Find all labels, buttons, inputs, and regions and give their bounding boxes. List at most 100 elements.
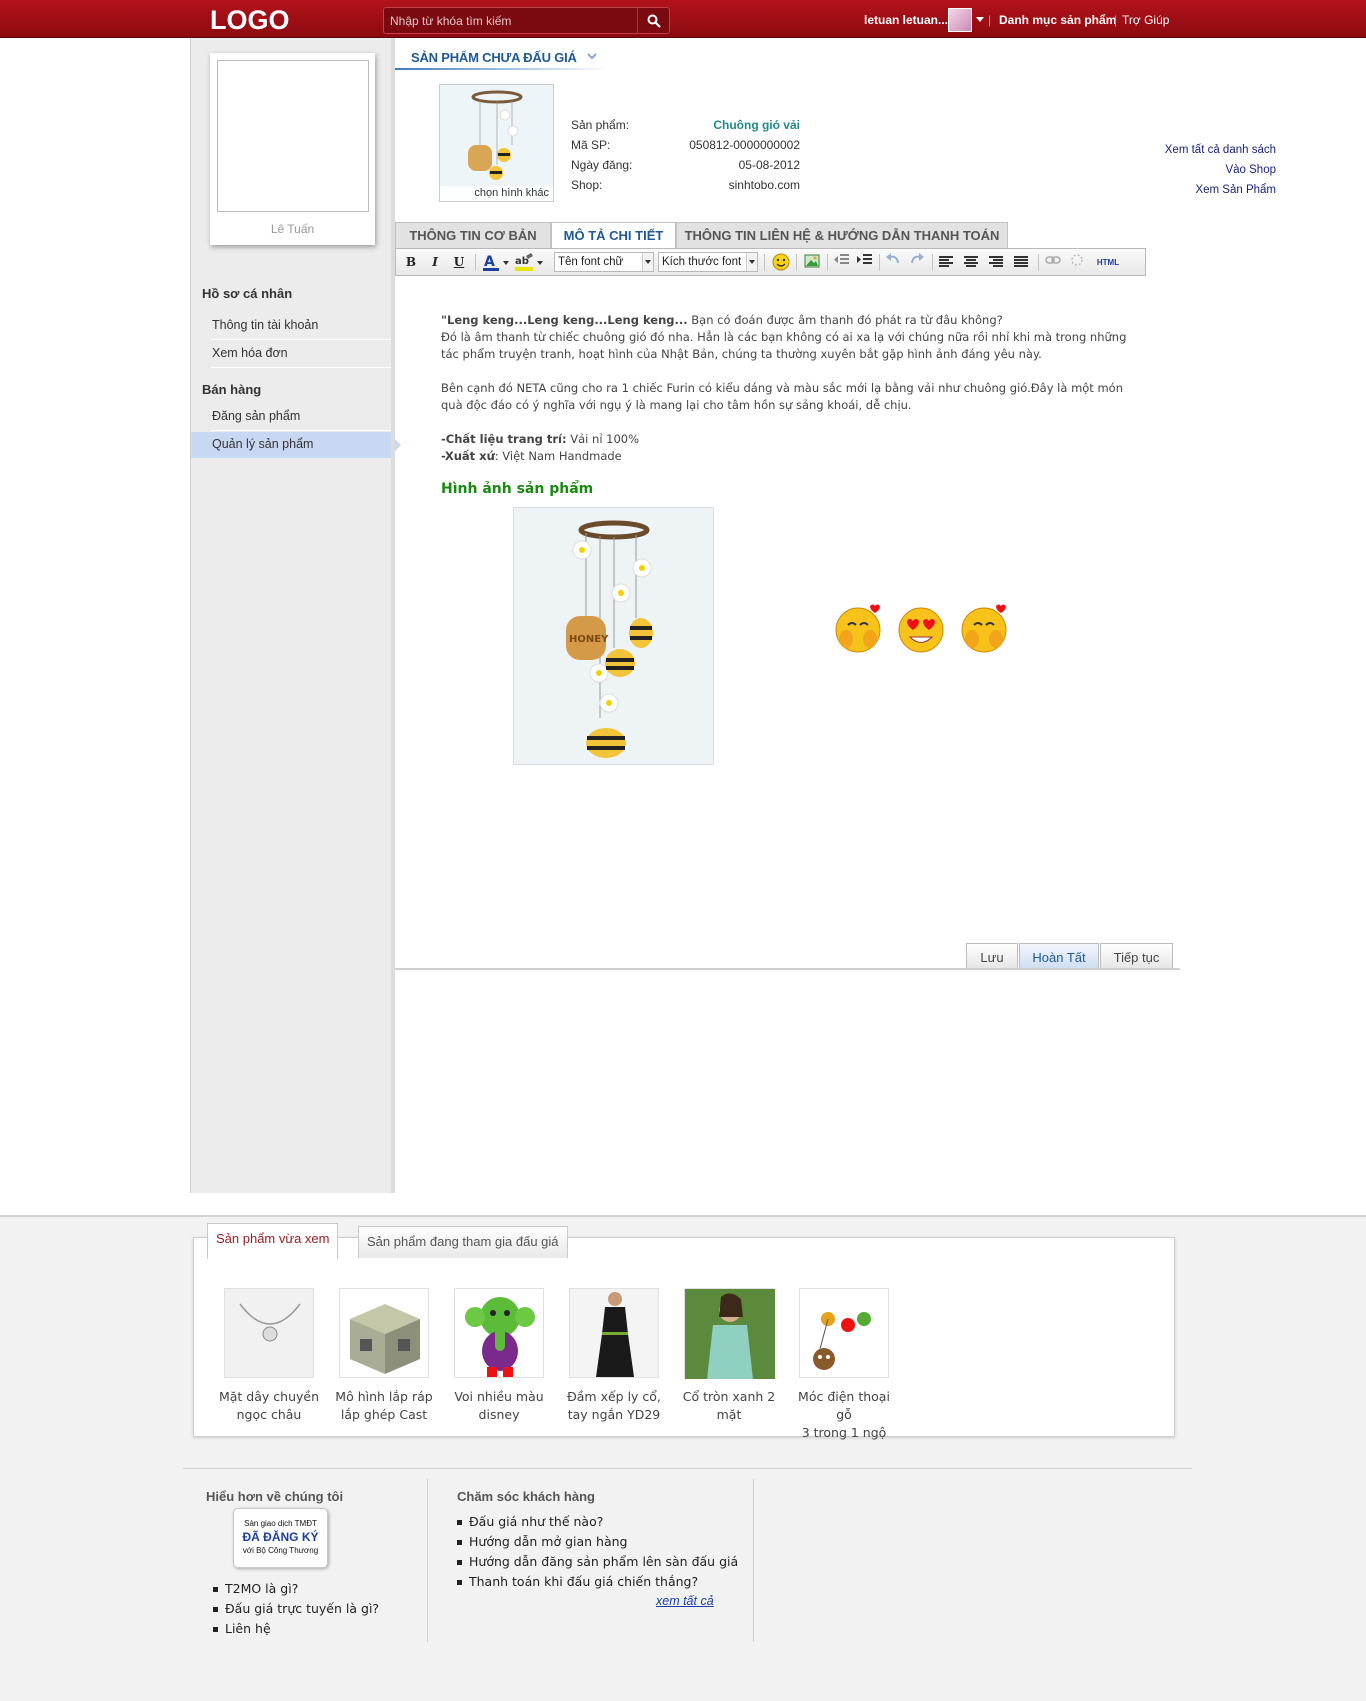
divider <box>827 254 828 271</box>
chevron-down-icon[interactable] <box>587 51 597 61</box>
divider <box>932 254 933 271</box>
images-title: Hình ảnh sản phẩm <box>441 481 594 497</box>
footer-link-online-auction[interactable]: Đấu giá trực tuyến là gì? <box>211 1599 379 1619</box>
product-thumbnail[interactable]: chọn hình khác <box>439 84 554 202</box>
footer-link-payment[interactable]: Thanh toán khi đấu giá chiến thắng? <box>455 1572 738 1592</box>
sidebar-item-account-info[interactable]: Thông tin tài khoản <box>211 313 392 340</box>
sidebar: Lê Tuấn Hồ sơ cá nhân Thông tin tài khoả… <box>190 38 401 1193</box>
editor-content[interactable]: "Leng keng...Leng keng...Leng keng... Bạ… <box>441 312 1146 465</box>
item-title-line1: Cổ tròn xanh 2 <box>682 1389 776 1404</box>
list-item[interactable]: Đầm xếp ly cổ, tay ngắn YD29 <box>559 1288 669 1424</box>
list-item[interactable]: Voi nhiều màu disney <box>444 1288 554 1424</box>
font-size-value: Kích thước font <box>662 256 742 268</box>
font-color-button[interactable]: A <box>482 253 510 272</box>
sidebar-item-post-product[interactable]: Đăng sản phẩm <box>211 404 392 431</box>
divider <box>395 68 610 70</box>
undo-button[interactable] <box>884 253 902 272</box>
material-line: -Chất liệu trang trí: Vải nỉ 100% <box>441 431 1146 448</box>
item-title-line1: Móc điện thoại gỗ <box>798 1389 890 1422</box>
profile-photo[interactable] <box>217 60 369 212</box>
chevron-down-icon[interactable] <box>976 17 984 22</box>
product-image[interactable] <box>684 1288 775 1379</box>
wind-chime-image: HONEY <box>566 520 653 758</box>
font-family-select[interactable]: Tên font chữ <box>554 252 654 272</box>
highlight-icon: ab <box>515 253 543 271</box>
product-image[interactable] <box>224 1288 314 1378</box>
product-image[interactable] <box>799 1288 889 1378</box>
product-image[interactable]: HONEY <box>513 507 714 765</box>
emoticon-button[interactable] <box>771 253 791 272</box>
sidebar-item-invoices[interactable]: Xem hóa đơn <box>211 341 392 368</box>
indent-button[interactable] <box>856 253 874 272</box>
tab-recently-viewed[interactable]: Sản phẩm vừa xem <box>207 1223 339 1259</box>
align-justify-icon[interactable] <box>1014 256 1028 268</box>
bold-button[interactable]: B <box>404 253 418 272</box>
product-image[interactable] <box>569 1288 659 1378</box>
outdent-button[interactable] <box>833 253 851 272</box>
align-left-icon[interactable] <box>939 256 953 268</box>
nav-categories-link[interactable]: Danh mục sản phẩm <box>999 13 1116 27</box>
see-all-link[interactable]: xem tất cả <box>656 1594 714 1608</box>
insert-image-button[interactable] <box>802 253 822 272</box>
view-all-list-link[interactable]: Xem tất cả danh sách <box>1165 144 1276 156</box>
go-to-shop-link[interactable]: Vào Shop <box>1225 164 1276 176</box>
divider <box>475 254 476 271</box>
footer-link-open-store[interactable]: Hướng dẫn mở gian hàng <box>455 1532 738 1552</box>
item-title-line1: Voi nhiều màu <box>454 1389 544 1404</box>
customer-care-links: Đấu giá như thế nào? Hướng dẫn mở gian h… <box>455 1512 738 1592</box>
divider <box>796 254 797 271</box>
tab-basic-info[interactable]: THÔNG TIN CƠ BẢN <box>395 222 551 248</box>
underline-button[interactable]: U <box>452 253 466 272</box>
unlink-button[interactable] <box>1068 253 1086 272</box>
divider <box>395 968 1180 970</box>
tab-detail-description[interactable]: MÔ TẢ CHI TIẾT <box>551 222 676 249</box>
list-item[interactable]: Móc điện thoại gỗ 3 trong 1 ngộ <box>789 1288 899 1442</box>
material-value: Vải nỉ 100% <box>566 432 640 446</box>
footer-link-post-product[interactable]: Hướng dẫn đăng sản phẩm lên sàn đấu giá <box>455 1552 738 1572</box>
item-title-line1: Mặt dây chuyền <box>218 1389 319 1404</box>
badge-line1: Sàn giao dịch TMĐT <box>244 1519 317 1528</box>
continue-button[interactable]: Tiếp tục <box>1100 943 1173 970</box>
change-image-link[interactable]: chọn hình khác <box>440 186 553 201</box>
intro-bold: "Leng keng...Leng keng...Leng keng... <box>441 313 688 327</box>
highlight-color-button[interactable]: ab <box>514 253 544 272</box>
date-value: 05-08-2012 <box>738 158 800 172</box>
list-item[interactable]: Mặt dây chuyền ngọc châu <box>214 1288 324 1424</box>
redo-button[interactable] <box>908 253 926 272</box>
link-icon <box>1045 256 1061 264</box>
align-right-icon[interactable] <box>989 256 1003 268</box>
product-image[interactable] <box>339 1288 429 1378</box>
shop-label: Shop: <box>571 178 603 192</box>
divider <box>753 1479 754 1642</box>
divider <box>764 254 765 271</box>
tab-contact-payment[interactable]: THÔNG TIN LIÊN HỆ & HƯỚNG DẪN THANH TOÁN <box>676 222 1008 248</box>
view-product-link[interactable]: Xem Sản Phẩm <box>1195 184 1276 196</box>
logo[interactable]: LOGO <box>210 5 290 36</box>
user-avatar[interactable] <box>948 8 972 32</box>
footer-link-contact[interactable]: Liên hệ <box>211 1619 379 1639</box>
item-title-line2: tay ngắn YD29 <box>567 1407 661 1422</box>
nav-help-link[interactable]: Trợ Giúp <box>1122 13 1169 27</box>
finish-button[interactable]: Hoàn Tất <box>1019 943 1099 970</box>
username-link[interactable]: letuan letuan... <box>864 13 948 27</box>
indent-icon <box>857 254 872 264</box>
font-color-icon: A <box>483 254 509 271</box>
tab-bidding[interactable]: Sản phẩm đang tham gia đấu giá <box>358 1226 568 1258</box>
italic-button[interactable]: I <box>428 253 442 272</box>
sidebar-item-manage-products[interactable]: Quản lý sản phẩm <box>191 432 401 458</box>
footer-link-t2mo[interactable]: T2MO là gì? <box>211 1579 379 1599</box>
list-item[interactable]: Mô hình lắp ráp lắp ghép Cast <box>329 1288 439 1424</box>
align-center-icon[interactable] <box>964 256 978 268</box>
registered-badge[interactable]: Sàn giao dịch TMĐT ĐÃ ĐĂNG KÝ với Bộ Côn… <box>233 1508 328 1568</box>
search-input[interactable] <box>390 13 630 29</box>
paragraph-2: Đó là âm thanh từ chiếc chuông gió đó nh… <box>441 330 1127 361</box>
product-image[interactable] <box>454 1288 544 1378</box>
html-source-button[interactable]: HTML <box>1093 253 1123 272</box>
footer-link-how-to-bid[interactable]: Đấu giá như thế nào? <box>455 1512 738 1532</box>
font-size-select[interactable]: Kích thước font <box>658 252 758 272</box>
link-button[interactable] <box>1044 253 1062 272</box>
sidebar-item-label: Quản lý sản phẩm <box>212 437 314 451</box>
save-button[interactable]: Lưu <box>966 943 1018 970</box>
search-button[interactable] <box>637 8 669 33</box>
list-item[interactable]: Cổ tròn xanh 2 mặt <box>674 1288 784 1424</box>
